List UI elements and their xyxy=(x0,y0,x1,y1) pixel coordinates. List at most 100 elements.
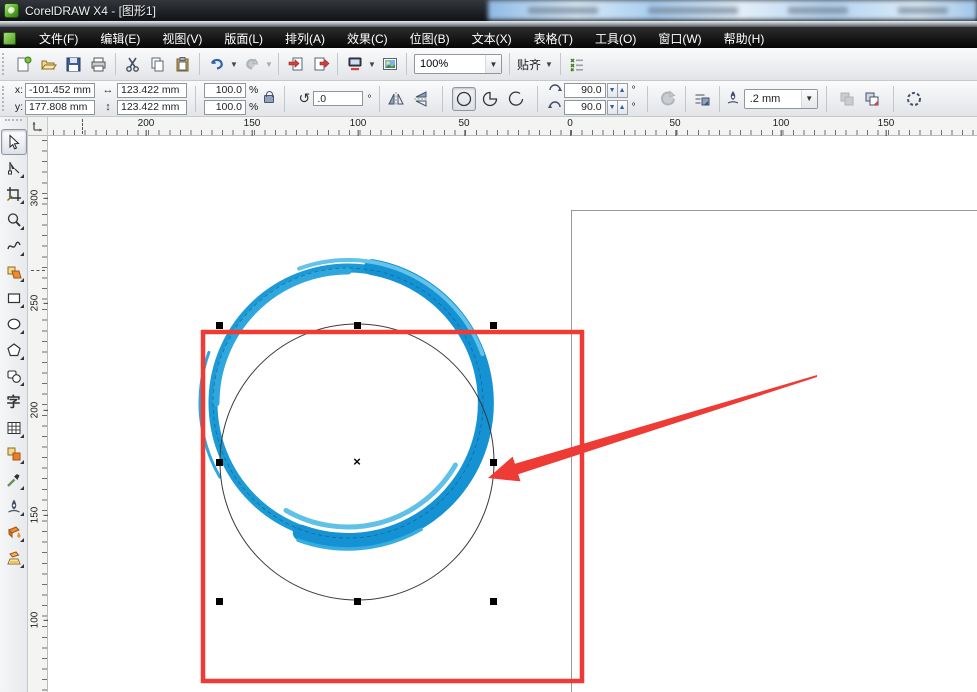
print-button[interactable] xyxy=(87,53,110,76)
start-angle-field[interactable]: 90.0 xyxy=(564,83,606,98)
selection-handle-top-right[interactable] xyxy=(490,322,497,329)
selection-handle-middle-right[interactable] xyxy=(490,459,497,466)
polygon-tool[interactable] xyxy=(2,338,26,362)
mirror-horizontal-button[interactable] xyxy=(385,87,408,110)
rectangle-tool[interactable] xyxy=(2,286,26,310)
eyedropper-tool[interactable] xyxy=(2,468,26,492)
open-button[interactable] xyxy=(37,53,60,76)
zoom-level-value: 100% xyxy=(420,58,485,70)
freehand-tool[interactable] xyxy=(2,234,26,258)
drawing-canvas[interactable]: × xyxy=(48,136,977,692)
menu-layout[interactable]: 版面(L) xyxy=(213,28,274,49)
selection-handle-bottom-middle[interactable] xyxy=(354,598,361,605)
artwork-layer xyxy=(48,136,977,692)
blend-tool[interactable] xyxy=(2,442,26,466)
zoom-level-combo[interactable]: 100% ▼ xyxy=(414,54,502,74)
toolbox-grip[interactable] xyxy=(5,119,21,127)
selection-center-marker[interactable]: × xyxy=(353,454,361,469)
selection-handle-bottom-right[interactable] xyxy=(490,598,497,605)
propbar-grip[interactable] xyxy=(2,86,7,111)
hruler-label: 100 xyxy=(350,118,367,129)
menu-text[interactable]: 文本(X) xyxy=(461,28,523,49)
hruler-ticks xyxy=(48,130,977,135)
scale-h-field[interactable]: 100.0 xyxy=(204,83,246,98)
menu-bitmaps[interactable]: 位图(B) xyxy=(399,28,461,49)
menu-edit[interactable]: 编辑(E) xyxy=(89,28,151,49)
application-launcher-button[interactable] xyxy=(343,53,366,76)
selection-handle-middle-left[interactable] xyxy=(216,459,223,466)
crop-tool[interactable] xyxy=(2,182,26,206)
text-tool[interactable]: 字 xyxy=(2,390,26,414)
outline-pen-tool[interactable] xyxy=(2,494,26,518)
vertical-ruler[interactable]: 300 250 200 150 100 xyxy=(28,136,48,692)
hruler-label: 100 xyxy=(773,118,790,129)
rotation-angle-field[interactable]: .0 xyxy=(313,91,363,106)
menu-arrange[interactable]: 排列(A) xyxy=(274,28,336,49)
ruler-origin-button[interactable] xyxy=(28,117,48,136)
table-tool[interactable] xyxy=(2,416,26,440)
wrap-text-button[interactable] xyxy=(691,87,714,110)
menu-window[interactable]: 窗口(W) xyxy=(647,28,712,49)
shape-tool[interactable] xyxy=(2,156,26,180)
arc-mode-button[interactable] xyxy=(504,87,528,111)
menu-effects[interactable]: 效果(C) xyxy=(336,28,399,49)
snap-to-button[interactable]: 贴齐 ▼ xyxy=(514,54,556,75)
zoom-combo-arrow[interactable]: ▼ xyxy=(485,55,501,73)
horizontal-ruler[interactable]: 200 150 100 50 0 50 100 150 xyxy=(48,117,977,136)
selection-handle-top-middle[interactable] xyxy=(354,322,361,329)
quick-customize-button[interactable] xyxy=(903,87,926,110)
zoom-tool[interactable] xyxy=(2,208,26,232)
annotation-arrow xyxy=(488,375,817,481)
y-position-field[interactable]: 177.808 mm xyxy=(25,100,95,115)
undo-dropdown[interactable]: ▼ xyxy=(229,53,239,76)
pie-mode-button[interactable] xyxy=(478,87,502,111)
interactive-fill-tool[interactable] xyxy=(2,546,26,570)
application-launcher-dropdown[interactable]: ▼ xyxy=(367,53,377,76)
mirror-vertical-button[interactable] xyxy=(410,87,433,110)
menu-help[interactable]: 帮助(H) xyxy=(713,28,776,49)
hruler-label: 50 xyxy=(458,118,469,129)
fill-tool[interactable] xyxy=(2,520,26,544)
toolbar-grip[interactable] xyxy=(2,53,7,75)
menu-view[interactable]: 视图(V) xyxy=(151,28,213,49)
selection-handle-bottom-left[interactable] xyxy=(216,598,223,605)
blue-brush-ring[interactable] xyxy=(200,260,486,549)
outline-width-combo[interactable]: .2 mm ▼ xyxy=(744,89,818,109)
document-icon xyxy=(3,32,16,45)
start-angle-up[interactable]: ▲ xyxy=(617,83,628,98)
smart-fill-tool[interactable] xyxy=(2,260,26,284)
object-height-field[interactable]: 123.422 mm xyxy=(117,100,187,115)
menu-table[interactable]: 表格(T) xyxy=(523,28,584,49)
copy-button[interactable] xyxy=(146,53,169,76)
save-button[interactable] xyxy=(62,53,85,76)
options-button[interactable] xyxy=(566,53,589,76)
vruler-label: 150 xyxy=(30,507,41,524)
title-bar[interactable]: CorelDRAW X4 - [图形1] xyxy=(0,0,977,21)
import-button[interactable] xyxy=(284,53,307,76)
to-back-button[interactable] xyxy=(861,87,884,110)
outline-width-arrow[interactable]: ▼ xyxy=(801,90,817,108)
object-width-icon: ↔ xyxy=(101,84,115,96)
welcome-screen-button[interactable] xyxy=(378,53,401,76)
lock-ratio-button[interactable] xyxy=(264,95,274,103)
vruler-label: 100 xyxy=(30,612,41,629)
degree-sign: ° xyxy=(632,84,636,96)
x-position-field[interactable]: -101.452 mm xyxy=(25,83,95,98)
selection-handle-top-left[interactable] xyxy=(216,322,223,329)
end-angle-up[interactable]: ▲ xyxy=(617,100,628,115)
undo-button[interactable] xyxy=(205,53,228,76)
basic-shapes-tool[interactable] xyxy=(2,364,26,388)
menu-file[interactable]: 文件(F) xyxy=(28,28,89,49)
paste-button[interactable] xyxy=(171,53,194,76)
snap-to-dropdown[interactable]: ▼ xyxy=(545,60,553,69)
cut-button[interactable] xyxy=(121,53,144,76)
menu-tools[interactable]: 工具(O) xyxy=(584,28,647,49)
pick-tool[interactable] xyxy=(2,130,26,154)
export-button[interactable] xyxy=(309,53,332,76)
ellipse-mode-button[interactable] xyxy=(452,87,476,111)
new-document-button[interactable] xyxy=(12,53,35,76)
scale-v-field[interactable]: 100.0 xyxy=(204,100,246,115)
object-width-field[interactable]: 123.422 mm xyxy=(117,83,187,98)
ellipse-tool[interactable] xyxy=(2,312,26,336)
end-angle-field[interactable]: 90.0 xyxy=(564,100,606,115)
